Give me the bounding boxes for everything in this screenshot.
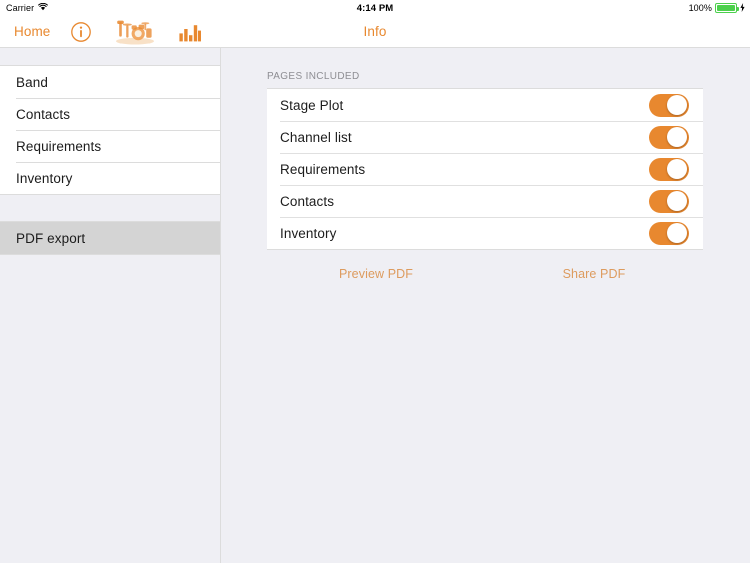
sidebar-primary-group: Band Contacts Requirements Inventory — [0, 65, 220, 195]
sidebar-item-band[interactable]: Band — [0, 66, 220, 98]
table-row[interactable]: Inventory — [267, 217, 703, 249]
row-label: Requirements — [280, 161, 366, 177]
status-bar-right: 100% — [688, 2, 745, 14]
preview-pdf-button[interactable]: Preview PDF — [267, 267, 485, 281]
table-row[interactable]: Requirements — [267, 153, 703, 185]
sidebar-item-requirements[interactable]: Requirements — [0, 130, 220, 162]
battery-percent-label: 100% — [688, 3, 712, 13]
sidebar-secondary-group: PDF export — [0, 221, 220, 255]
toggle-channel-list[interactable] — [649, 125, 689, 149]
sidebar-item-label: Band — [16, 74, 48, 90]
app-window: Carrier 4:14 PM 100% Home Info Band Cont… — [0, 0, 750, 563]
sidebar-item-label: Contacts — [16, 106, 71, 122]
battery-fill — [717, 5, 735, 11]
sidebar-item-contacts[interactable]: Contacts — [0, 98, 220, 130]
row-label: Inventory — [280, 225, 337, 241]
share-pdf-button[interactable]: Share PDF — [485, 267, 703, 281]
toggle-knob — [667, 127, 687, 147]
row-label: Contacts — [280, 193, 335, 209]
toggle-knob — [667, 191, 687, 211]
battery-icon — [715, 3, 739, 13]
content-pane: PAGES INCLUDED Stage Plot Channel list R… — [221, 47, 750, 563]
charging-bolt-icon — [740, 2, 745, 14]
sidebar-item-label: Requirements — [16, 138, 102, 154]
status-bar: Carrier 4:14 PM 100% — [0, 0, 750, 16]
row-label: Channel list — [280, 129, 352, 145]
table-row[interactable]: Contacts — [267, 185, 703, 217]
toggle-contacts[interactable] — [649, 189, 689, 213]
sidebar-item-inventory[interactable]: Inventory — [0, 162, 220, 194]
sidebar-item-label: PDF export — [16, 230, 86, 246]
page-title: Info — [363, 24, 387, 39]
toggle-knob — [667, 223, 687, 243]
toggle-knob — [667, 159, 687, 179]
sidebar-item-pdf-export[interactable]: PDF export — [0, 222, 220, 254]
pages-included-list: Stage Plot Channel list Requirements Con… — [267, 88, 703, 250]
pdf-action-buttons: Preview PDF Share PDF — [267, 267, 703, 281]
toggle-requirements[interactable] — [649, 157, 689, 181]
table-row[interactable]: Stage Plot — [267, 89, 703, 121]
status-bar-time: 4:14 PM — [356, 2, 394, 14]
sidebar-item-label: Inventory — [16, 170, 73, 186]
sidebar-top-spacer — [0, 47, 220, 65]
row-label: Stage Plot — [280, 97, 344, 113]
sidebar-group-spacer — [0, 195, 220, 221]
toggle-knob — [667, 95, 687, 115]
sidebar: Band Contacts Requirements Inventory PDF… — [0, 47, 221, 563]
pages-included-header: PAGES INCLUDED — [267, 71, 360, 82]
navigation-bar: Home Info — [0, 16, 750, 47]
toggle-stage-plot[interactable] — [649, 93, 689, 117]
toggle-inventory[interactable] — [649, 221, 689, 245]
table-row[interactable]: Channel list — [267, 121, 703, 153]
battery-cap — [737, 7, 739, 11]
